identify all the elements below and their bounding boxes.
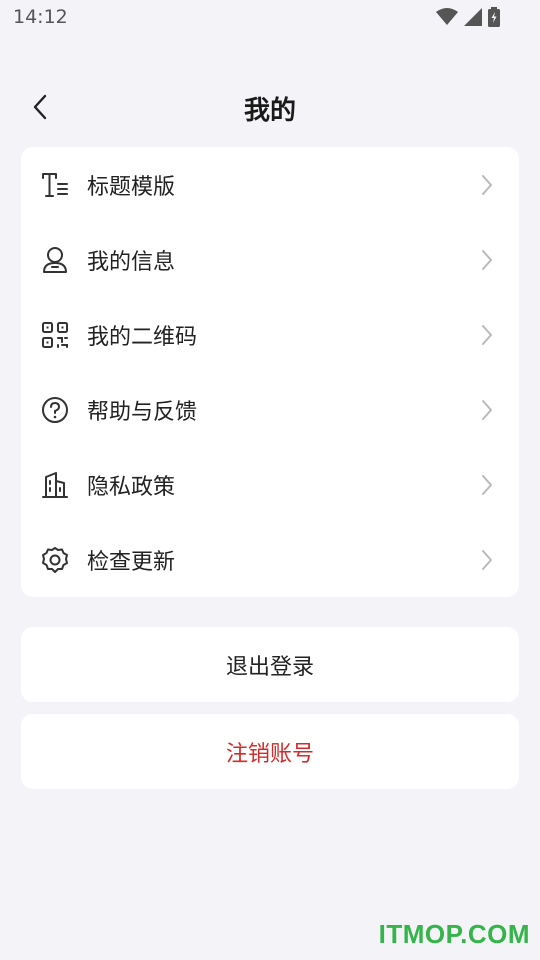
menu-item-check-update[interactable]: 检查更新 [21,522,519,597]
chevron-right-icon [479,173,495,197]
cancel-account-button[interactable]: 注销账号 [21,714,519,789]
menu-item-privacy-policy[interactable]: 隐私政策 [21,447,519,522]
user-icon [40,245,70,275]
chevron-right-icon [479,323,495,347]
chevron-right-icon [479,548,495,572]
menu-item-label: 标题模版 [87,174,176,200]
menu-item-my-qr-code[interactable]: 我的二维码 [21,297,519,372]
menu-item-my-info[interactable]: 我的信息 [21,222,519,297]
battery-icon [488,7,500,31]
menu-item-label: 检查更新 [87,549,176,575]
chevron-right-icon [479,248,495,272]
gear-icon [40,545,70,575]
chevron-right-icon [479,398,495,422]
menu-item-help-feedback[interactable]: 帮助与反馈 [21,372,519,447]
menu-item-title-template[interactable]: 标题模版 [21,147,519,222]
wifi-icon [436,8,458,30]
status-bar: 14:12 [0,0,540,36]
status-time: 14:12 [13,6,68,28]
status-icons [436,7,500,31]
menu-item-label: 我的二维码 [87,324,198,350]
menu-item-label: 帮助与反馈 [87,399,198,425]
menu-item-label: 我的信息 [87,249,176,275]
menu-item-label: 隐私政策 [87,474,176,500]
watermark: ITMOP.COM [378,919,530,949]
logout-button[interactable]: 退出登录 [21,627,519,702]
page-title: 我的 [243,96,296,126]
building-icon [40,470,70,500]
header: 我的 [0,80,540,136]
qr-code-icon [40,320,70,350]
chevron-right-icon [479,473,495,497]
help-icon [40,395,70,425]
title-template-icon [40,170,70,200]
menu-card: 标题模版 我的信息 我的二维码 帮助与反馈 隐私政策 检查更新 [21,147,519,597]
signal-icon [464,8,482,30]
